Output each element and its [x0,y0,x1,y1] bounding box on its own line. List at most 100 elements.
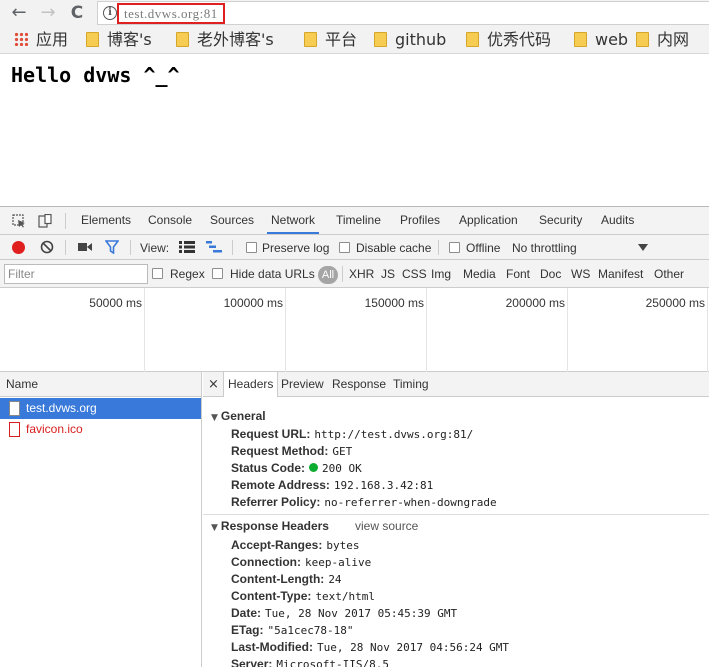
header-row: Content-Type: text/html [231,589,376,603]
bookmark-folder[interactable]: github [374,30,446,50]
bookmark-apps[interactable]: 应用 [14,30,68,50]
device-toolbar-icon[interactable] [38,214,52,228]
filter-type-img[interactable]: Img [431,267,451,281]
request-row-favicon[interactable]: favicon.ico [0,419,201,440]
divider [203,514,709,515]
disable-cache-checkbox[interactable] [339,242,350,253]
overview-tick-label: 100000 ms [223,296,283,310]
request-details: × Headers Preview Response Timing ▼ Gener… [203,372,709,667]
expand-triangle-icon: ▼ [211,413,218,423]
separator [65,213,66,229]
reload-button[interactable]: C [66,2,88,24]
preserve-log-checkbox[interactable] [246,242,257,253]
folder-icon [176,32,189,47]
large-rows-icon[interactable] [179,241,195,253]
tab-sources[interactable]: Sources [210,207,254,234]
separator [232,240,233,255]
folder-icon [374,32,387,47]
document-icon [9,401,20,416]
filter-input[interactable] [4,264,148,284]
close-icon[interactable]: × [208,372,219,397]
offline-label: Offline [466,241,501,255]
tab-security[interactable]: Security [539,207,582,234]
overview-gridline [567,288,568,372]
response-headers-section-header[interactable]: ▼ Response Headers [211,519,329,533]
inspect-element-icon[interactable] [12,214,26,228]
filter-type-doc[interactable]: Doc [540,267,561,281]
record-icon[interactable] [12,241,25,254]
header-row: Referrer Policy: no-referrer-when-downgra… [231,495,497,509]
filter-type-ws[interactable]: WS [571,267,590,281]
tab-preview[interactable]: Preview [281,372,324,397]
expand-triangle-icon: ▼ [211,523,218,533]
bookmark-folder[interactable]: 博客's [86,30,152,50]
dropdown-arrow-icon[interactable] [638,244,648,251]
details-tab-bar: × Headers Preview Response Timing [203,372,709,397]
screenshot-camera-icon[interactable] [78,241,92,253]
tab-response[interactable]: Response [332,372,386,397]
tab-audits[interactable]: Audits [601,207,634,234]
network-overview[interactable]: 50000 ms 100000 ms 150000 ms 200000 ms 2… [0,288,709,372]
filter-type-media[interactable]: Media [463,267,496,281]
bookmark-folder[interactable]: 老外博客's [176,30,274,50]
tab-console[interactable]: Console [148,207,192,234]
overview-tick-label: 50000 ms [89,296,142,310]
header-row: Server: Microsoft-IIS/8.5 [231,657,389,667]
filter-type-js[interactable]: JS [381,267,395,281]
folder-icon [86,32,99,47]
folder-icon [574,32,587,47]
filter-type-other[interactable]: Other [654,267,684,281]
overview-tick-label: 150000 ms [364,296,424,310]
filter-funnel-icon[interactable] [105,240,119,254]
header-row: Content-Length: 24 [231,572,342,586]
tab-profiles[interactable]: Profiles [400,207,440,234]
bookmark-folder[interactable]: 优秀代码 [466,30,551,50]
filter-type-font[interactable]: Font [506,267,530,281]
tab-network[interactable]: Network [267,207,320,234]
tab-application[interactable]: Application [459,207,518,234]
separator [65,240,66,255]
request-row-document[interactable]: test.dvws.org [0,398,201,419]
regex-checkbox[interactable] [152,268,163,279]
offline-checkbox[interactable] [449,242,460,253]
bookmark-folder[interactable]: 内网 [636,30,689,50]
header-row: Remote Address: 192.168.3.42:81 [231,478,434,492]
separator [342,266,343,282]
header-row: Request URL: http://test.dvws.org:81/ [231,427,474,441]
site-info-icon[interactable]: i [103,6,117,20]
overview-gridline [707,288,708,372]
overview-gridline [144,288,145,372]
filter-type-manifest[interactable]: Manifest [598,267,643,281]
filter-type-xhr[interactable]: XHR [349,267,374,281]
folder-icon [466,32,479,47]
view-source-link[interactable]: view source [355,519,418,533]
request-list: Name test.dvws.org favicon.ico [0,372,202,667]
tab-timeline[interactable]: Timeline [336,207,381,234]
name-column-header[interactable]: Name [0,372,201,397]
throttling-select[interactable]: No throttling [512,241,577,255]
general-section-header[interactable]: ▼ General [211,409,266,423]
overview-tick-label: 200000 ms [505,296,565,310]
filter-type-all[interactable]: All [318,266,338,284]
tab-elements[interactable]: Elements [81,207,131,234]
header-row: Date: Tue, 28 Nov 2017 05:45:39 GMT [231,606,458,620]
folder-icon [636,32,649,47]
waterfall-icon[interactable] [206,241,222,253]
document-icon [9,422,20,437]
overview-tick-label: 250000 ms [645,296,705,310]
tab-headers[interactable]: Headers [223,372,279,397]
hide-data-urls-label: Hide data URLs [230,267,315,281]
filter-type-css[interactable]: CSS [402,267,427,281]
devtools-panel: Elements Console Sources Network Timelin… [0,206,709,667]
overview-gridline [285,288,286,372]
address-bar[interactable]: i test.dvws.org:81 [97,1,709,25]
devtools-tab-bar: Elements Console Sources Network Timelin… [0,207,709,235]
back-button[interactable]: ← [8,2,30,24]
url-text[interactable]: test.dvws.org:81 [117,3,225,24]
forward-button[interactable]: → [37,2,59,24]
clear-icon[interactable] [40,240,54,254]
tab-timing[interactable]: Timing [393,372,429,397]
bookmark-folder[interactable]: web [574,30,628,50]
bookmark-folder[interactable]: 平台 [304,30,357,50]
hide-data-urls-checkbox[interactable] [212,268,223,279]
